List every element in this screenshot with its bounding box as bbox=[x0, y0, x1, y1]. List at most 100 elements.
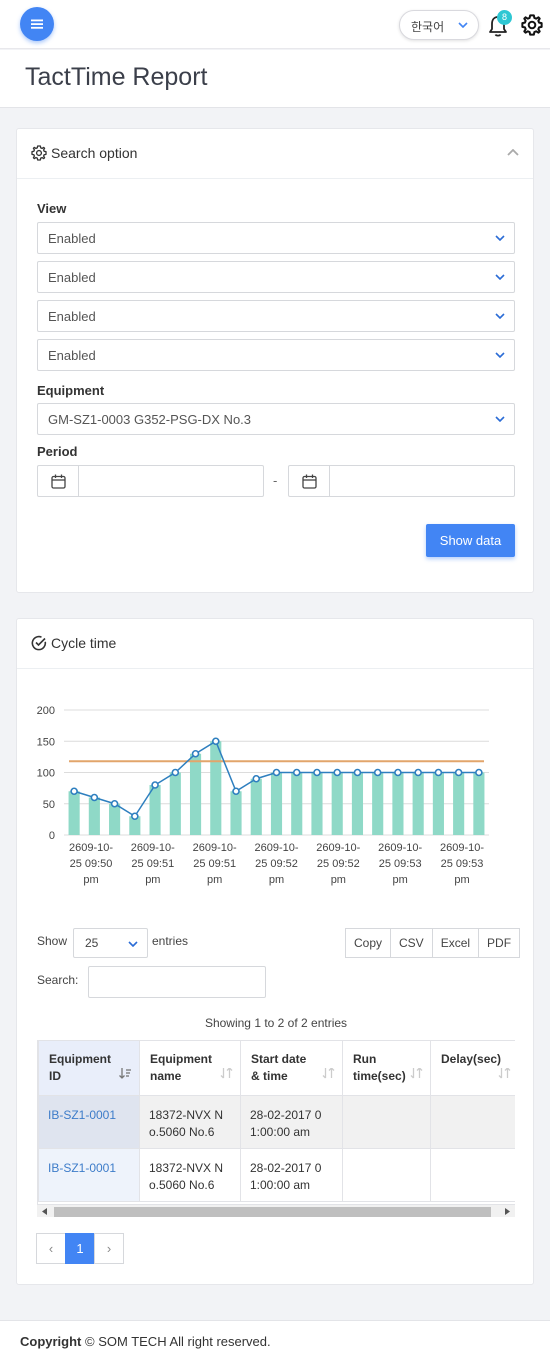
page-length-select[interactable]: 25 bbox=[73, 928, 148, 958]
calendar-icon bbox=[302, 474, 317, 489]
table-scroll-area[interactable]: Equipment ID Equipment name Start date &… bbox=[37, 1040, 515, 1205]
cycle-time-card: Cycle time 0 50 100 150 200 2609-10-25 09:50 p… bbox=[16, 618, 534, 1285]
column-label: ID bbox=[49, 1069, 61, 1083]
sort-icon bbox=[498, 1068, 511, 1079]
data-point bbox=[191, 749, 200, 758]
x-tick-label: 2609-10-25 09:50 pm bbox=[69, 842, 113, 886]
select-value: Enabled bbox=[48, 270, 96, 285]
cell-text: 1:00:00 am bbox=[250, 1125, 311, 1139]
excel-button[interactable]: Excel bbox=[431, 928, 480, 958]
period-start-field[interactable] bbox=[37, 465, 264, 497]
bar bbox=[68, 791, 80, 835]
data-point bbox=[252, 774, 261, 783]
copy-button[interactable]: Copy bbox=[345, 928, 392, 958]
data-point bbox=[232, 787, 240, 796]
bar bbox=[189, 753, 202, 835]
csv-button[interactable]: CSV bbox=[390, 928, 433, 958]
notification-badge: 8 bbox=[497, 10, 512, 25]
page-button[interactable]: 1 bbox=[65, 1233, 95, 1264]
calendar-button[interactable] bbox=[38, 466, 79, 496]
search-input[interactable] bbox=[88, 966, 266, 998]
period-end-field[interactable] bbox=[288, 465, 515, 497]
entries-label: entries bbox=[152, 934, 189, 948]
column-header-delay[interactable]: Delay(sec) bbox=[430, 1040, 515, 1096]
data-point bbox=[434, 768, 443, 777]
bar bbox=[109, 803, 121, 835]
data-point bbox=[131, 812, 139, 821]
previous-page-button[interactable]: ‹ bbox=[36, 1233, 66, 1264]
column-header-run-time[interactable]: Run time(sec) bbox=[342, 1040, 431, 1096]
column-header-equipment-name[interactable]: Equipment name bbox=[139, 1040, 241, 1096]
bar bbox=[311, 772, 323, 835]
language-label: 한국어 bbox=[411, 20, 445, 34]
data-point bbox=[475, 768, 483, 777]
scrollbar-thumb[interactable] bbox=[54, 1207, 491, 1217]
bar bbox=[392, 772, 404, 835]
calendar-icon bbox=[51, 474, 66, 489]
show-data-button[interactable]: Show data bbox=[426, 524, 515, 557]
search-option-title: Search option bbox=[51, 145, 138, 161]
scroll-left-icon[interactable] bbox=[42, 1208, 47, 1215]
menu-button[interactable] bbox=[20, 7, 54, 41]
chevron-down-icon bbox=[495, 416, 505, 422]
y-tick-label: 0 bbox=[49, 830, 55, 842]
search-option-header[interactable]: Search option bbox=[17, 129, 533, 179]
select-value: Enabled bbox=[48, 309, 96, 324]
pdf-button[interactable]: PDF bbox=[478, 928, 521, 958]
hamburger-icon bbox=[31, 19, 43, 29]
cell-delay bbox=[430, 1095, 515, 1149]
view-label: View bbox=[37, 201, 67, 216]
x-tick-label: 2609-10-25 09:52 pm bbox=[316, 842, 360, 886]
cell-start-date: 28-02-2017 0 1:00:00 am bbox=[240, 1148, 343, 1202]
horizontal-scrollbar[interactable] bbox=[37, 1204, 515, 1217]
sort-icon bbox=[410, 1068, 423, 1079]
pagination: ‹ 1 › bbox=[36, 1233, 124, 1264]
show-label: Show bbox=[37, 934, 68, 948]
calendar-button[interactable] bbox=[289, 466, 330, 496]
bar bbox=[351, 772, 364, 835]
y-tick-label: 150 bbox=[37, 736, 55, 748]
view-select-2[interactable]: Enabled bbox=[37, 261, 515, 293]
view-select-1[interactable]: Enabled bbox=[37, 222, 515, 254]
column-header-start-date[interactable]: Start date & time bbox=[240, 1040, 343, 1096]
next-page-button[interactable]: › bbox=[94, 1233, 124, 1264]
view-select-4[interactable]: Enabled bbox=[37, 339, 515, 371]
table-row[interactable]: IB-SZ1-0001 18372-NVX N o.5060 No.6 28-0… bbox=[38, 1095, 515, 1149]
column-label: & time bbox=[251, 1069, 288, 1083]
top-bar: 한국어 8 bbox=[0, 0, 550, 49]
column-header-equipment-id[interactable]: Equipment ID bbox=[38, 1040, 140, 1096]
cycle-time-title: Cycle time bbox=[51, 635, 117, 651]
export-buttons: Copy CSV Excel PDF bbox=[345, 928, 521, 958]
page-header: TactTime Report bbox=[0, 50, 550, 108]
footer-text: Copyright © SOM TECH All right reserved. bbox=[20, 1334, 271, 1349]
sort-desc-icon bbox=[119, 1068, 131, 1079]
cell-equipment-id: IB-SZ1-0001 bbox=[38, 1148, 140, 1202]
cell-text: 1:00:00 am bbox=[250, 1178, 311, 1192]
cell-equipment-name: 18372-NVX N o.5060 No.6 bbox=[139, 1148, 241, 1202]
gear-icon[interactable] bbox=[521, 14, 543, 36]
equipment-select[interactable]: GM-SZ1-0003 G352-PSG-DX No.3 bbox=[37, 403, 515, 435]
cell-text: 28-02-2017 0 bbox=[250, 1161, 322, 1175]
language-select[interactable]: 한국어 bbox=[399, 10, 479, 40]
scroll-right-icon[interactable] bbox=[505, 1208, 510, 1215]
chevron-down-icon bbox=[495, 313, 505, 319]
bar bbox=[88, 797, 100, 835]
cell-text: 28-02-2017 0 bbox=[250, 1108, 322, 1122]
cell-delay bbox=[430, 1148, 515, 1202]
view-select-3[interactable]: Enabled bbox=[37, 300, 515, 332]
select-value: Enabled bbox=[48, 231, 96, 246]
bar bbox=[453, 772, 465, 835]
column-label: Delay(sec) bbox=[441, 1052, 502, 1066]
cell-text: o.5060 No.6 bbox=[149, 1178, 215, 1192]
bar bbox=[372, 772, 384, 835]
data-point bbox=[373, 768, 382, 777]
data-point bbox=[333, 768, 342, 777]
cycle-time-chart: 0 50 100 150 200 2609-10-25 09:50 pm 2609-10-25… bbox=[37, 705, 489, 886]
select-value: GM-SZ1-0003 G352-PSG-DX No.3 bbox=[48, 412, 252, 427]
cell-run-time bbox=[342, 1148, 431, 1202]
bar bbox=[169, 772, 181, 835]
chevron-down-icon bbox=[128, 941, 138, 947]
chevron-up-icon[interactable] bbox=[507, 149, 519, 156]
table-row[interactable]: IB-SZ1-0001 18372-NVX N o.5060 No.6 28-0… bbox=[38, 1148, 515, 1202]
column-label: Start date bbox=[251, 1052, 307, 1066]
